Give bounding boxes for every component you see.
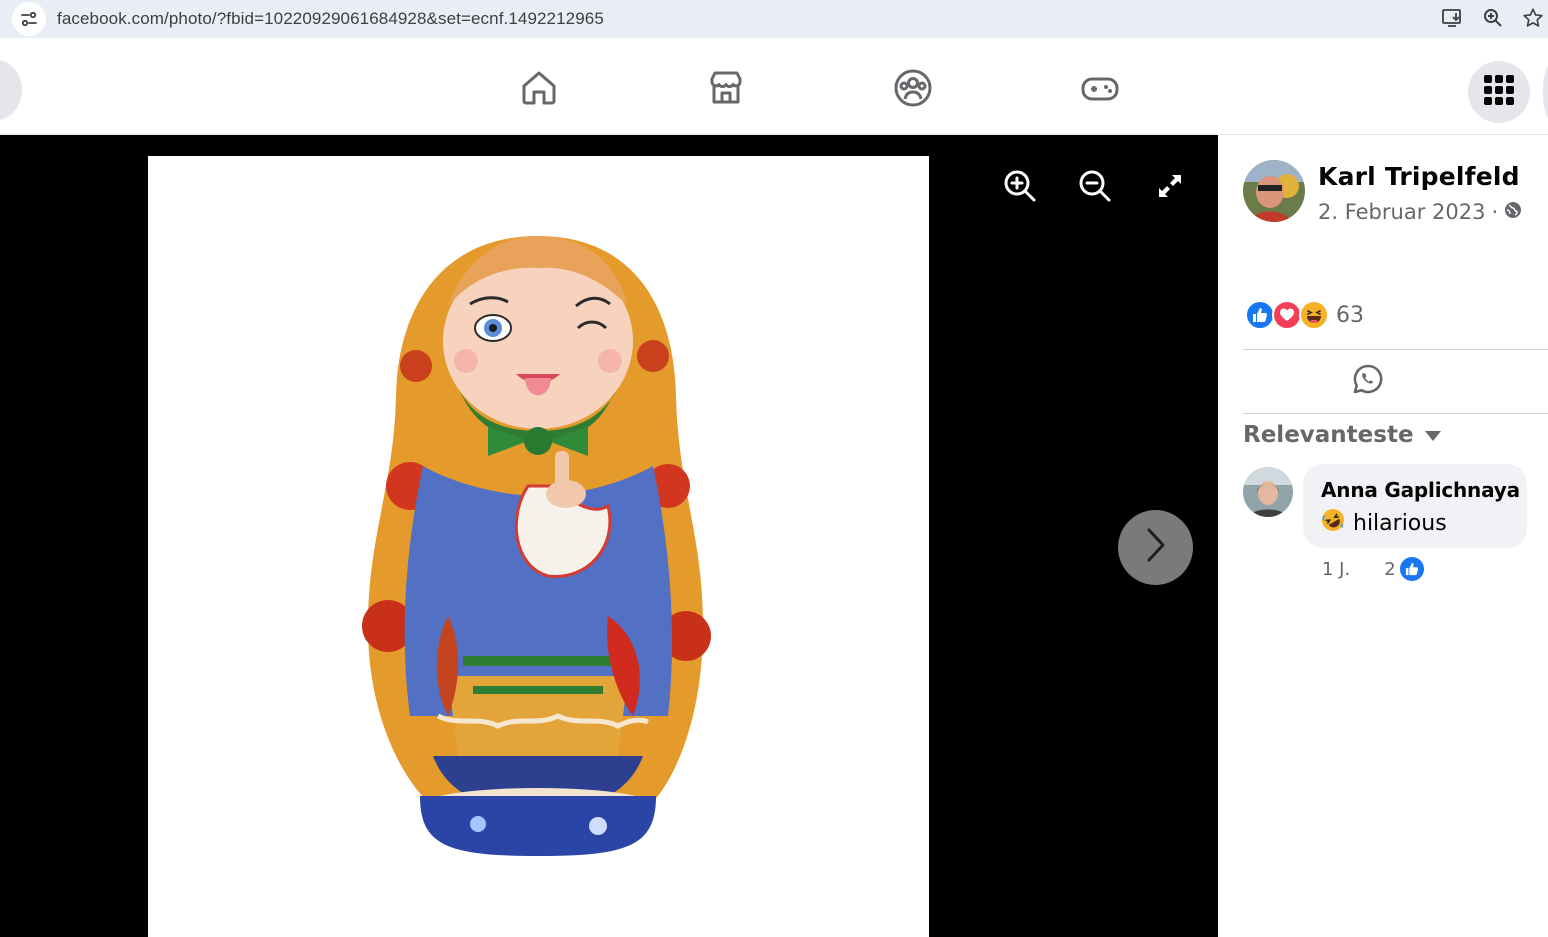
fullscreen-button[interactable] <box>1152 170 1188 206</box>
chevron-right-icon <box>1145 527 1167 568</box>
groups-icon <box>893 68 933 113</box>
comment-like-count: 2 <box>1384 558 1396 580</box>
facebook-top-nav <box>0 46 1548 135</box>
author-avatar[interactable] <box>1243 160 1305 222</box>
bookmark-star-icon[interactable] <box>1522 4 1544 32</box>
comment-body: hilarious <box>1353 510 1447 536</box>
url-text: facebook.com/photo/?fbid=102209290616849… <box>57 9 604 28</box>
zoom-icon[interactable] <box>1482 4 1504 32</box>
nav-back-button[interactable] <box>0 60 22 120</box>
post-date[interactable]: 2. Februar 2023 <box>1318 200 1485 224</box>
toolbar-separator <box>0 38 1548 46</box>
tab-marketplace[interactable] <box>706 70 746 110</box>
zoom-out-button[interactable] <box>1077 170 1113 206</box>
divider-top <box>1243 349 1548 350</box>
menu-button[interactable] <box>1468 61 1530 123</box>
gaming-controller-icon <box>1080 71 1120 110</box>
zoom-in-button[interactable] <box>1002 170 1038 206</box>
zoom-out-icon <box>1078 169 1112 208</box>
tab-home[interactable] <box>519 70 559 110</box>
post-meta: 2. Februar 2023 · <box>1318 200 1522 224</box>
comment-bubble: Anna Gaplichnaya hilarious <box>1303 464 1527 548</box>
home-icon <box>520 69 558 112</box>
divider-bottom <box>1243 413 1548 414</box>
love-reaction-icon <box>1272 300 1302 330</box>
site-info-icon[interactable] <box>12 2 46 36</box>
haha-reaction-icon <box>1299 300 1329 330</box>
globe-icon <box>1504 200 1522 224</box>
marketplace-icon <box>707 69 745 112</box>
comment-meta: 1 J. 2 <box>1322 555 1426 583</box>
reactions-summary[interactable]: 63 <box>1245 300 1364 330</box>
zoom-in-icon <box>1003 169 1037 208</box>
reaction-count: 63 <box>1336 302 1364 328</box>
meta-separator: · <box>1491 200 1499 224</box>
like-reaction-icon <box>1245 300 1275 330</box>
tab-groups[interactable] <box>893 68 933 113</box>
photo-image-matryoshka-doll[interactable] <box>148 156 929 937</box>
rofl-emoji-icon <box>1321 508 1345 538</box>
comment-time[interactable]: 1 J. <box>1322 559 1350 580</box>
tab-gaming[interactable] <box>1080 70 1120 110</box>
post-side-panel: Karl Tripelfeld 2. Februar 2023 · 63 Rel… <box>1218 135 1548 937</box>
comment-text: hilarious <box>1321 508 1527 538</box>
next-photo-button[interactable] <box>1118 510 1193 585</box>
comment-author-avatar[interactable] <box>1243 467 1293 517</box>
install-app-icon[interactable] <box>1442 4 1464 32</box>
menu-grid-icon <box>1484 74 1514 110</box>
photo-viewer <box>0 135 1218 937</box>
comment-sort-label: Relevanteste <box>1243 422 1414 448</box>
like-badge-icon[interactable] <box>1397 555 1426 583</box>
whatsapp-icon <box>1352 363 1384 400</box>
whatsapp-share-button[interactable] <box>1351 364 1385 398</box>
url-field[interactable]: facebook.com/photo/?fbid=102209290616849… <box>12 0 1548 38</box>
messenger-button-partial[interactable] <box>1543 61 1548 123</box>
caret-down-icon <box>1424 422 1442 448</box>
comment-author-name[interactable]: Anna Gaplichnaya <box>1321 478 1527 502</box>
expand-icon <box>1157 173 1183 204</box>
comment-sort-dropdown[interactable]: Relevanteste <box>1243 422 1442 448</box>
author-name[interactable]: Karl Tripelfeld <box>1318 162 1520 191</box>
browser-address-bar: facebook.com/photo/?fbid=102209290616849… <box>0 0 1548 38</box>
